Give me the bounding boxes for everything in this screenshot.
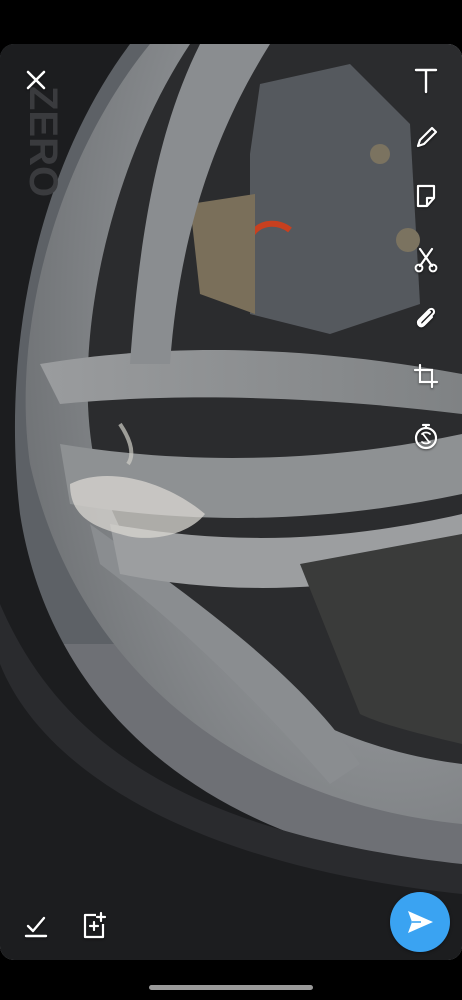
snap-photo: ZERO bbox=[0, 44, 462, 960]
add-to-story-button[interactable] bbox=[78, 910, 110, 942]
scissors-tool-button[interactable] bbox=[410, 244, 442, 276]
crop-tool-button[interactable] bbox=[410, 360, 442, 392]
text-icon bbox=[414, 68, 438, 94]
crop-icon bbox=[413, 363, 439, 389]
sticker-tool-button[interactable] bbox=[410, 180, 442, 212]
timer-tool-button[interactable] bbox=[410, 420, 442, 452]
close-button[interactable] bbox=[20, 64, 52, 96]
send-arrow-icon bbox=[408, 911, 433, 933]
attach-link-button[interactable] bbox=[410, 302, 442, 334]
save-download-icon bbox=[24, 916, 48, 938]
home-indicator bbox=[149, 985, 313, 990]
save-button[interactable] bbox=[20, 910, 52, 942]
timer-icon bbox=[414, 423, 438, 450]
pencil-icon bbox=[416, 126, 438, 148]
send-button[interactable] bbox=[390, 892, 450, 952]
paperclip-icon bbox=[416, 307, 436, 328]
add-to-story-icon bbox=[83, 911, 107, 939]
close-icon bbox=[26, 70, 46, 90]
draw-tool-button[interactable] bbox=[410, 122, 442, 154]
svg-text:ZERO: ZERO bbox=[21, 86, 65, 197]
text-tool-button[interactable] bbox=[410, 64, 442, 96]
sticker-icon bbox=[416, 184, 436, 208]
scissors-icon bbox=[414, 247, 438, 273]
